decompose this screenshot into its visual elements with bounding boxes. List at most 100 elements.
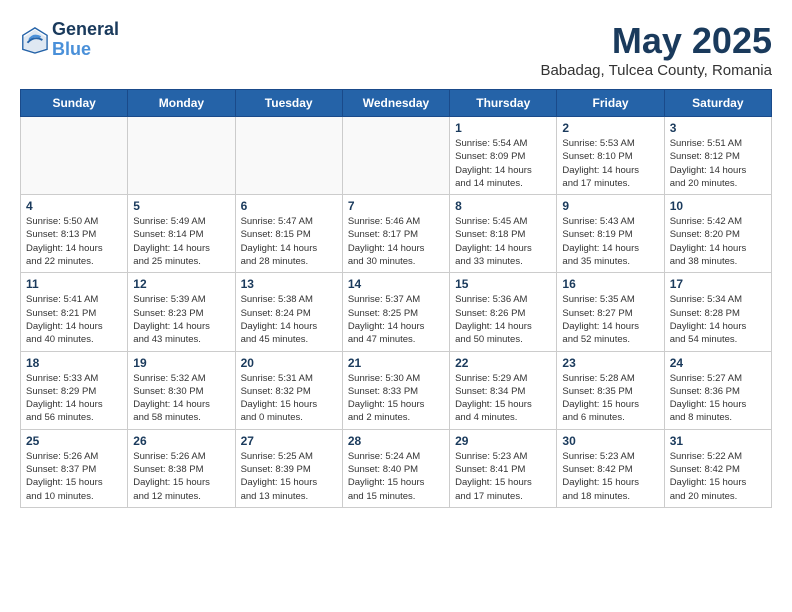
- day-number: 8: [455, 199, 551, 213]
- day-info: Sunrise: 5:23 AM Sunset: 8:41 PM Dayligh…: [455, 450, 551, 503]
- day-info: Sunrise: 5:27 AM Sunset: 8:36 PM Dayligh…: [670, 372, 766, 425]
- day-info: Sunrise: 5:29 AM Sunset: 8:34 PM Dayligh…: [455, 372, 551, 425]
- day-cell: [342, 117, 449, 195]
- day-number: 14: [348, 277, 444, 291]
- week-row-3: 11 Sunrise: 5:41 AM Sunset: 8:21 PM Dayli…: [21, 273, 772, 351]
- day-info: Sunrise: 5:43 AM Sunset: 8:19 PM Dayligh…: [562, 215, 658, 268]
- day-info: Sunrise: 5:24 AM Sunset: 8:40 PM Dayligh…: [348, 450, 444, 503]
- day-info: Sunrise: 5:41 AM Sunset: 8:21 PM Dayligh…: [26, 293, 122, 346]
- subtitle: Babadag, Tulcea County, Romania: [540, 62, 772, 79]
- day-number: 15: [455, 277, 551, 291]
- day-number: 4: [26, 199, 122, 213]
- day-number: 6: [241, 199, 337, 213]
- day-cell: 16 Sunrise: 5:35 AM Sunset: 8:27 PM Dayli…: [557, 273, 664, 351]
- days-header-row: SundayMondayTuesdayWednesdayThursdayFrid…: [21, 90, 772, 117]
- day-info: Sunrise: 5:35 AM Sunset: 8:27 PM Dayligh…: [562, 293, 658, 346]
- day-cell: 5 Sunrise: 5:49 AM Sunset: 8:14 PM Daylig…: [128, 195, 235, 273]
- day-info: Sunrise: 5:42 AM Sunset: 8:20 PM Dayligh…: [670, 215, 766, 268]
- day-cell: 19 Sunrise: 5:32 AM Sunset: 8:30 PM Dayli…: [128, 351, 235, 429]
- day-number: 19: [133, 356, 229, 370]
- day-info: Sunrise: 5:25 AM Sunset: 8:39 PM Dayligh…: [241, 450, 337, 503]
- day-number: 5: [133, 199, 229, 213]
- day-header-saturday: Saturday: [664, 90, 771, 117]
- day-cell: 15 Sunrise: 5:36 AM Sunset: 8:26 PM Dayli…: [450, 273, 557, 351]
- day-number: 12: [133, 277, 229, 291]
- page: General Blue May 2025 Babadag, Tulcea Co…: [0, 0, 792, 518]
- day-number: 7: [348, 199, 444, 213]
- day-cell: 11 Sunrise: 5:41 AM Sunset: 8:21 PM Dayli…: [21, 273, 128, 351]
- day-info: Sunrise: 5:46 AM Sunset: 8:17 PM Dayligh…: [348, 215, 444, 268]
- day-info: Sunrise: 5:33 AM Sunset: 8:29 PM Dayligh…: [26, 372, 122, 425]
- day-info: Sunrise: 5:34 AM Sunset: 8:28 PM Dayligh…: [670, 293, 766, 346]
- day-info: Sunrise: 5:37 AM Sunset: 8:25 PM Dayligh…: [348, 293, 444, 346]
- day-cell: 28 Sunrise: 5:24 AM Sunset: 8:40 PM Dayli…: [342, 429, 449, 507]
- day-info: Sunrise: 5:30 AM Sunset: 8:33 PM Dayligh…: [348, 372, 444, 425]
- day-info: Sunrise: 5:47 AM Sunset: 8:15 PM Dayligh…: [241, 215, 337, 268]
- day-cell: 25 Sunrise: 5:26 AM Sunset: 8:37 PM Dayli…: [21, 429, 128, 507]
- day-number: 25: [26, 434, 122, 448]
- day-number: 10: [670, 199, 766, 213]
- header: General Blue May 2025 Babadag, Tulcea Co…: [20, 20, 772, 79]
- calendar: SundayMondayTuesdayWednesdayThursdayFrid…: [20, 89, 772, 508]
- day-number: 21: [348, 356, 444, 370]
- logo-icon: [20, 26, 48, 54]
- day-info: Sunrise: 5:23 AM Sunset: 8:42 PM Dayligh…: [562, 450, 658, 503]
- day-info: Sunrise: 5:50 AM Sunset: 8:13 PM Dayligh…: [26, 215, 122, 268]
- day-cell: 29 Sunrise: 5:23 AM Sunset: 8:41 PM Dayli…: [450, 429, 557, 507]
- day-number: 17: [670, 277, 766, 291]
- day-cell: 12 Sunrise: 5:39 AM Sunset: 8:23 PM Dayli…: [128, 273, 235, 351]
- day-number: 13: [241, 277, 337, 291]
- day-cell: 24Sunrise: 5:27 AM Sunset: 8:36 PM Dayli…: [664, 351, 771, 429]
- title-area: May 2025 Babadag, Tulcea County, Romania: [540, 20, 772, 79]
- day-cell: 6 Sunrise: 5:47 AM Sunset: 8:15 PM Daylig…: [235, 195, 342, 273]
- day-number: 28: [348, 434, 444, 448]
- day-number: 23: [562, 356, 658, 370]
- day-number: 29: [455, 434, 551, 448]
- day-cell: 26 Sunrise: 5:26 AM Sunset: 8:38 PM Dayli…: [128, 429, 235, 507]
- day-cell: 27 Sunrise: 5:25 AM Sunset: 8:39 PM Dayli…: [235, 429, 342, 507]
- day-info: Sunrise: 5:53 AM Sunset: 8:10 PM Dayligh…: [562, 137, 658, 190]
- day-number: 16: [562, 277, 658, 291]
- day-cell: 18Sunrise: 5:33 AM Sunset: 8:29 PM Dayli…: [21, 351, 128, 429]
- day-number: 20: [241, 356, 337, 370]
- logo-text: General Blue: [52, 20, 119, 60]
- week-row-1: 1Sunrise: 5:54 AM Sunset: 8:09 PM Daylig…: [21, 117, 772, 195]
- day-number: 11: [26, 277, 122, 291]
- day-cell: 17 Sunrise: 5:34 AM Sunset: 8:28 PM Dayli…: [664, 273, 771, 351]
- day-info: Sunrise: 5:31 AM Sunset: 8:32 PM Dayligh…: [241, 372, 337, 425]
- day-info: Sunrise: 5:38 AM Sunset: 8:24 PM Dayligh…: [241, 293, 337, 346]
- day-number: 2: [562, 121, 658, 135]
- week-row-4: 18Sunrise: 5:33 AM Sunset: 8:29 PM Dayli…: [21, 351, 772, 429]
- day-number: 27: [241, 434, 337, 448]
- day-info: Sunrise: 5:39 AM Sunset: 8:23 PM Dayligh…: [133, 293, 229, 346]
- day-cell: 20 Sunrise: 5:31 AM Sunset: 8:32 PM Dayli…: [235, 351, 342, 429]
- day-cell: [21, 117, 128, 195]
- day-info: Sunrise: 5:22 AM Sunset: 8:42 PM Dayligh…: [670, 450, 766, 503]
- day-info: Sunrise: 5:49 AM Sunset: 8:14 PM Dayligh…: [133, 215, 229, 268]
- day-header-monday: Monday: [128, 90, 235, 117]
- day-cell: 30Sunrise: 5:23 AM Sunset: 8:42 PM Dayli…: [557, 429, 664, 507]
- day-cell: 9Sunrise: 5:43 AM Sunset: 8:19 PM Daylig…: [557, 195, 664, 273]
- day-number: 22: [455, 356, 551, 370]
- day-cell: [128, 117, 235, 195]
- day-info: Sunrise: 5:32 AM Sunset: 8:30 PM Dayligh…: [133, 372, 229, 425]
- day-cell: 8Sunrise: 5:45 AM Sunset: 8:18 PM Daylig…: [450, 195, 557, 273]
- logo: General Blue: [20, 20, 119, 60]
- month-title: May 2025: [540, 20, 772, 62]
- day-cell: 10 Sunrise: 5:42 AM Sunset: 8:20 PM Dayli…: [664, 195, 771, 273]
- day-header-sunday: Sunday: [21, 90, 128, 117]
- week-row-2: 4 Sunrise: 5:50 AM Sunset: 8:13 PM Daylig…: [21, 195, 772, 273]
- day-number: 26: [133, 434, 229, 448]
- week-row-5: 25 Sunrise: 5:26 AM Sunset: 8:37 PM Dayli…: [21, 429, 772, 507]
- day-cell: 14 Sunrise: 5:37 AM Sunset: 8:25 PM Dayli…: [342, 273, 449, 351]
- day-header-wednesday: Wednesday: [342, 90, 449, 117]
- day-cell: 7 Sunrise: 5:46 AM Sunset: 8:17 PM Daylig…: [342, 195, 449, 273]
- day-info: Sunrise: 5:26 AM Sunset: 8:37 PM Dayligh…: [26, 450, 122, 503]
- day-number: 31: [670, 434, 766, 448]
- day-cell: 3Sunrise: 5:51 AM Sunset: 8:12 PM Daylig…: [664, 117, 771, 195]
- day-info: Sunrise: 5:28 AM Sunset: 8:35 PM Dayligh…: [562, 372, 658, 425]
- day-info: Sunrise: 5:26 AM Sunset: 8:38 PM Dayligh…: [133, 450, 229, 503]
- day-cell: 1Sunrise: 5:54 AM Sunset: 8:09 PM Daylig…: [450, 117, 557, 195]
- day-header-tuesday: Tuesday: [235, 90, 342, 117]
- day-info: Sunrise: 5:36 AM Sunset: 8:26 PM Dayligh…: [455, 293, 551, 346]
